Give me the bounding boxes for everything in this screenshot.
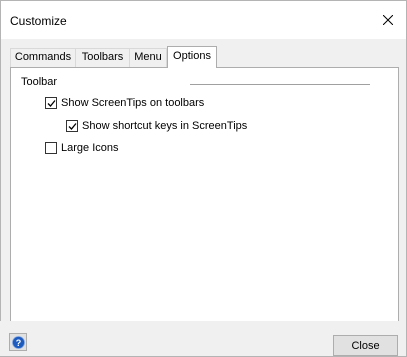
tab-menu[interactable]: Menu <box>129 48 167 67</box>
show-shortcut-keys-checkbox[interactable] <box>66 120 78 132</box>
show-shortcut-keys-option[interactable]: Show shortcut keys in ScreenTips <box>66 119 247 133</box>
close-window-button[interactable] <box>370 1 406 39</box>
large-icons-checkbox[interactable] <box>45 142 57 154</box>
tab-toolbars[interactable]: Toolbars <box>75 48 130 67</box>
title-bar: Customize <box>1 1 406 39</box>
checkmark-icon <box>47 100 56 107</box>
svg-text:?: ? <box>15 338 21 348</box>
help-icon: ? <box>11 335 25 349</box>
show-screentips-checkbox[interactable] <box>45 97 57 109</box>
checkmark-icon <box>68 123 77 130</box>
large-icons-label: Large Icons <box>61 142 119 154</box>
close-button[interactable]: Close <box>333 335 398 356</box>
large-icons-option[interactable]: Large Icons <box>45 141 118 155</box>
group-divider <box>190 84 370 85</box>
show-screentips-option[interactable]: Show ScreenTips on toolbars <box>45 96 204 110</box>
toolbar-group-label: Toolbar <box>21 76 58 88</box>
close-icon <box>383 15 393 25</box>
tab-options[interactable]: Options <box>167 46 217 68</box>
dialog-title: Customize <box>10 14 67 28</box>
customize-dialog: Customize Commands Toolbars Menu Options <box>0 0 407 357</box>
help-button[interactable]: ? <box>9 333 27 351</box>
show-shortcut-keys-label: Show shortcut keys in ScreenTips <box>82 120 248 132</box>
show-screentips-label: Show ScreenTips on toolbars <box>61 97 205 109</box>
tab-commands[interactable]: Commands <box>10 48 76 67</box>
